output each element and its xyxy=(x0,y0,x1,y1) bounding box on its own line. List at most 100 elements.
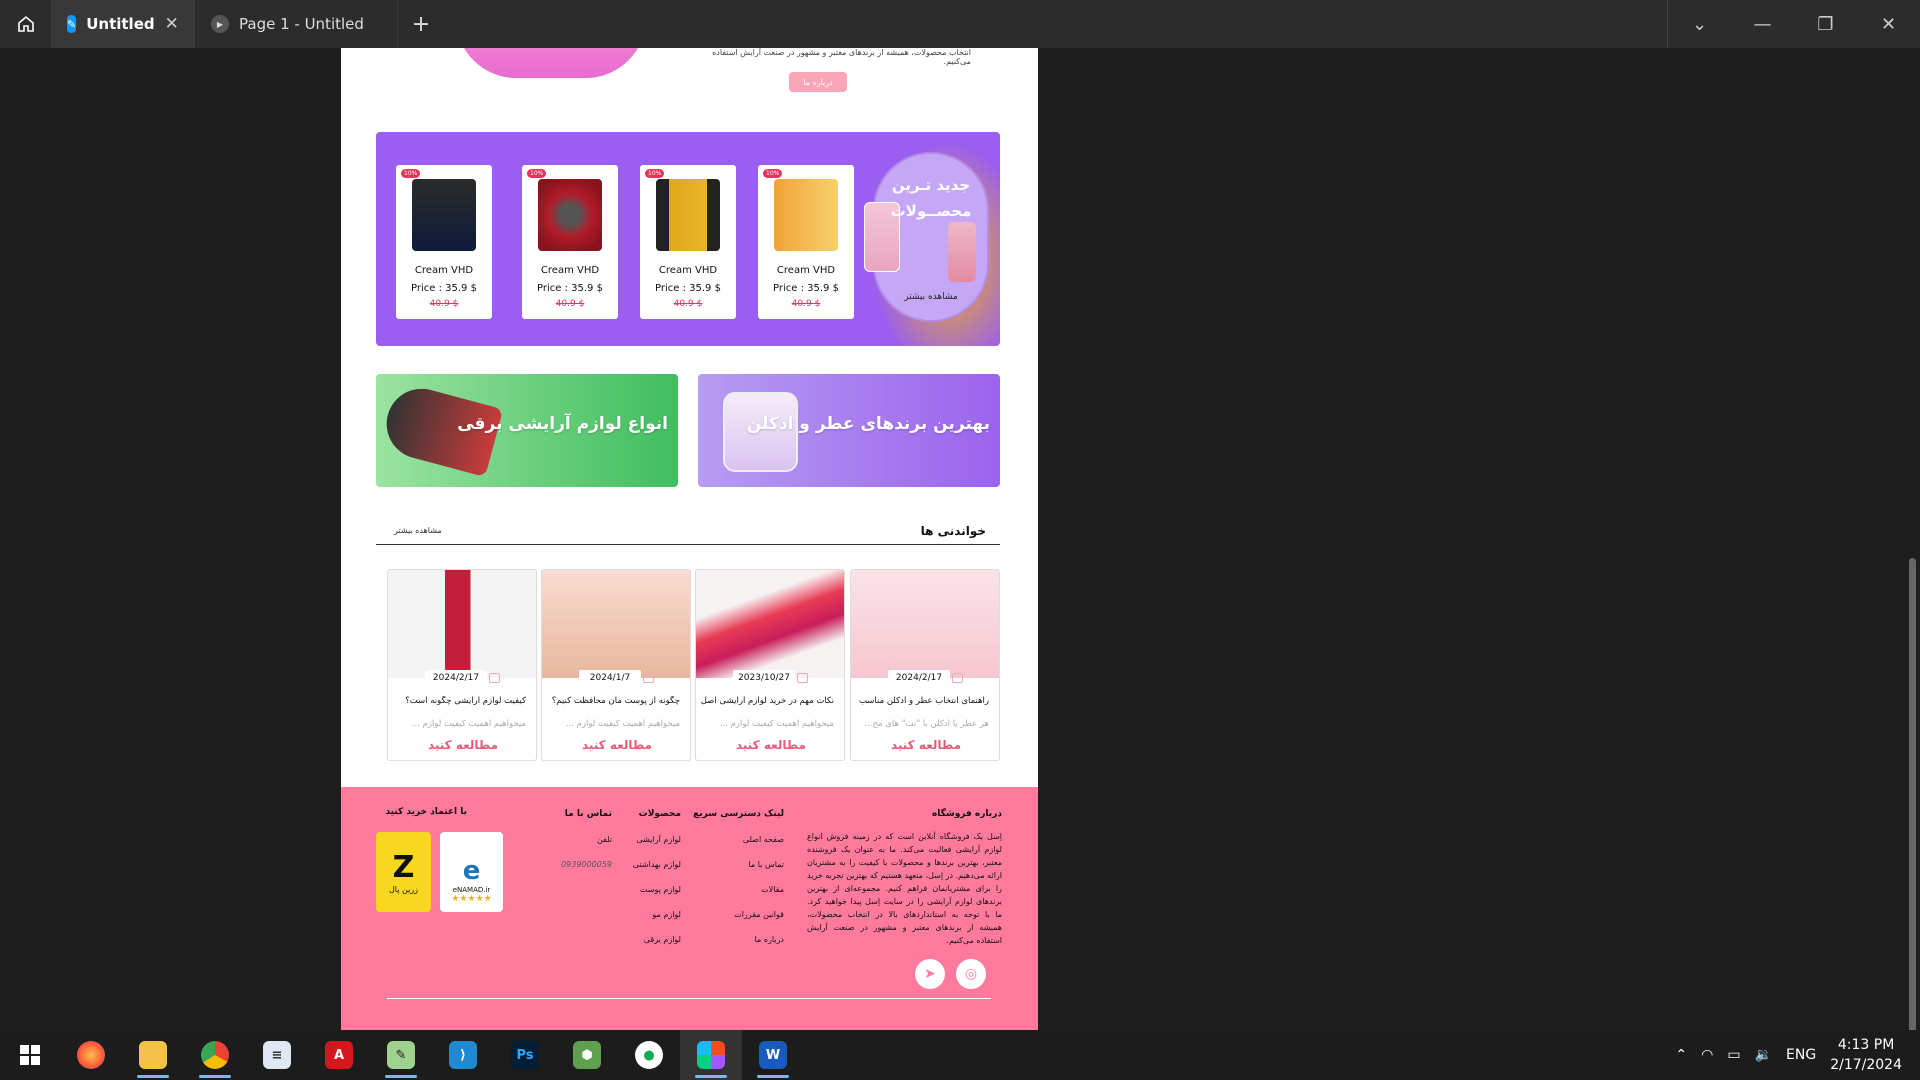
see-more-link[interactable]: مشاهده بیشتر xyxy=(394,526,442,535)
footer-link[interactable]: صفحه اصلی xyxy=(743,835,784,844)
see-more-link[interactable]: مشاهده بیشتر xyxy=(873,292,989,302)
chevron-down-icon[interactable]: ⌄ xyxy=(1668,0,1731,48)
promo-title: جدید تـرین محصــولات xyxy=(873,172,989,224)
product-old-price: 40.9 $ xyxy=(673,299,703,309)
home-button[interactable] xyxy=(0,0,51,48)
promo-title-line: محصــولات xyxy=(890,202,972,220)
article-image xyxy=(388,570,536,678)
product-price: Price : 35.9 $ xyxy=(773,283,839,294)
footer-link[interactable]: تماس با ما xyxy=(748,860,784,869)
start-button[interactable] xyxy=(0,1045,60,1065)
article-excerpt: هر عطر یا ادکلن با "نت" های مخ... xyxy=(864,719,989,729)
article-excerpt: میخواهیم اهمیت کیفیت لوازم ... xyxy=(411,719,526,729)
article-date: 2024/2/17 xyxy=(888,670,950,686)
tab-page1[interactable]: ▶ Page 1 - Untitled xyxy=(195,0,398,48)
figma-icon xyxy=(697,1041,725,1069)
footer-link[interactable]: لوازم مو xyxy=(652,910,681,919)
taskbar: ≡ A ✎ ⟩ Ps ⬢ ● W ⌃ ◠ ▭ 🔉 ENG 4:13 PM 2/1… xyxy=(0,1030,1920,1080)
product-card[interactable]: 10% Cream VHD Price : 35.9 $ 40.9 $ xyxy=(396,165,492,319)
article-card[interactable]: 2024/2/17 کیفیت لوازم آرایشی چگونه است؟ … xyxy=(387,569,537,761)
system-tray: ⌃ ◠ ▭ 🔉 ENG 4:13 PM 2/17/2024 xyxy=(1675,1035,1920,1075)
telegram-icon[interactable]: ➤ xyxy=(915,959,945,989)
discount-badge: 10% xyxy=(527,169,547,178)
chevron-up-icon[interactable]: ⌃ xyxy=(1675,1047,1687,1063)
calendar-icon xyxy=(489,673,500,683)
calendar-icon xyxy=(643,673,654,683)
footer-link[interactable]: لوازم برقی xyxy=(644,935,681,944)
editor-app[interactable]: ✎ xyxy=(370,1030,432,1080)
home-icon xyxy=(17,15,34,32)
footer-link[interactable]: لوازم بهداشتی xyxy=(633,860,681,869)
notepad-app[interactable]: ≡ xyxy=(246,1030,308,1080)
acrobat-app[interactable]: A xyxy=(308,1030,370,1080)
restore-button[interactable]: ❐ xyxy=(1794,0,1857,48)
photoshop-app[interactable]: Ps xyxy=(494,1030,556,1080)
product-card[interactable]: 10% Cream VHD Price : 35.9 $ 40.9 $ xyxy=(758,165,854,319)
product-image xyxy=(774,179,838,251)
firefox-app[interactable] xyxy=(60,1030,122,1080)
language-indicator[interactable]: ENG xyxy=(1786,1047,1816,1063)
word-app[interactable]: W xyxy=(742,1030,804,1080)
tab-untitled[interactable]: ✎ Untitled ✕ xyxy=(51,0,195,48)
footer-link[interactable]: قوانین مقررات xyxy=(734,910,784,919)
clock[interactable]: 4:13 PM 2/17/2024 xyxy=(1830,1035,1902,1075)
product-card[interactable]: 10% Cream VHD Price : 35.9 $ 40.9 $ xyxy=(640,165,736,319)
article-image xyxy=(542,570,690,678)
scrollbar[interactable] xyxy=(1909,558,1916,1030)
perfume-banner[interactable]: بهترین برندهای عطر و ادکلن xyxy=(698,374,1000,487)
calendar-icon xyxy=(952,673,963,683)
discount-badge: 10% xyxy=(763,169,783,178)
nodejs-app[interactable]: ⬢ xyxy=(556,1030,618,1080)
electric-tools-banner[interactable]: انواع لوازم آرایشی برقی xyxy=(376,374,678,487)
acrobat-icon: A xyxy=(325,1041,353,1069)
figma-app[interactable] xyxy=(680,1030,742,1080)
minimize-button[interactable]: — xyxy=(1731,0,1794,48)
product-image xyxy=(412,179,476,251)
mongodb-app[interactable]: ● xyxy=(618,1030,680,1080)
wifi-icon[interactable]: ◠ xyxy=(1701,1047,1713,1063)
about-button[interactable]: درباره ما xyxy=(789,72,847,92)
volume-icon[interactable]: 🔉 xyxy=(1755,1047,1772,1063)
battery-icon[interactable]: ▭ xyxy=(1727,1047,1740,1063)
zarinpal-badge[interactable]: Z زرین پال xyxy=(376,832,431,912)
article-card[interactable]: 2023/10/27 نکات مهم در خرید لوازم آرایشی… xyxy=(695,569,845,761)
article-title: راهنمای انتخاب عطر و ادکلن مناسب xyxy=(858,696,989,706)
read-more-link[interactable]: مطالعه کنید xyxy=(542,738,690,752)
product-card[interactable]: 10% Cream VHD Price : 35.9 $ 40.9 $ xyxy=(522,165,618,319)
footer-about-text: اِسل یک فروشگاه آنلاین است که در زمینه ف… xyxy=(807,832,1002,945)
footer-link[interactable]: لوازم پوست xyxy=(640,885,681,894)
read-more-link[interactable]: مطالعه کنید xyxy=(851,738,999,752)
close-window-button[interactable]: ✕ xyxy=(1857,0,1920,48)
product-image xyxy=(656,179,720,251)
footer-link[interactable]: مقالات xyxy=(761,885,784,894)
new-tab-button[interactable]: + xyxy=(398,0,444,48)
footer-link[interactable]: لوازم آرایشی xyxy=(637,835,682,844)
banner-text: بهترین برندهای عطر و ادکلن xyxy=(746,414,990,434)
phone-number[interactable]: 0939000059 xyxy=(561,860,612,869)
article-card[interactable]: 2024/1/7 چگونه از پوست مان محافظت کنیم؟ … xyxy=(541,569,691,761)
file-explorer-app[interactable] xyxy=(122,1030,184,1080)
enamad-badge[interactable]: e eNAMAD.ir ★★★★★ xyxy=(440,832,503,912)
discount-badge: 10% xyxy=(645,169,665,178)
article-date: 2023/10/27 xyxy=(733,670,795,686)
enamad-label: eNAMAD.ir xyxy=(452,886,491,894)
figma-file-icon: ✎ xyxy=(67,15,77,33)
canvas[interactable]: انتخاب محصولات، همیشه از برندهای معتبر و… xyxy=(0,48,1920,1030)
zarinpal-logo-icon: Z xyxy=(392,850,415,885)
read-more-link[interactable]: مطالعه کنید xyxy=(388,738,536,752)
vscode-app[interactable]: ⟩ xyxy=(432,1030,494,1080)
article-title: کیفیت لوازم آرایشی چگونه است؟ xyxy=(405,696,526,706)
product-price: Price : 35.9 $ xyxy=(537,283,603,294)
footer-quick-title: لینک دسترسی سریع xyxy=(693,809,784,819)
close-tab-icon[interactable]: ✕ xyxy=(165,14,179,34)
instagram-icon[interactable]: ◎ xyxy=(956,959,986,989)
footer-link[interactable]: درباره ما xyxy=(755,935,784,944)
chrome-app[interactable] xyxy=(184,1030,246,1080)
product-old-price: 40.9 $ xyxy=(429,299,459,309)
article-card[interactable]: 2024/2/17 راهنمای انتخاب عطر و ادکلن منا… xyxy=(850,569,1000,761)
footer: درباره فروشگاه اِسل یک فروشگاه آنلاین اس… xyxy=(341,787,1038,1030)
read-more-link[interactable]: مطالعه کنید xyxy=(696,738,844,752)
phone-label: تلفن xyxy=(596,835,612,844)
article-image xyxy=(851,570,999,678)
product-old-price: 40.9 $ xyxy=(791,299,821,309)
